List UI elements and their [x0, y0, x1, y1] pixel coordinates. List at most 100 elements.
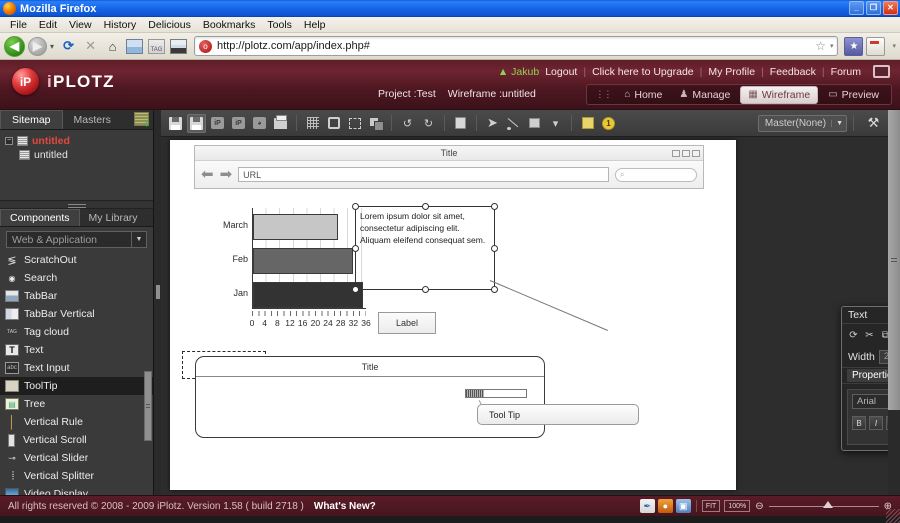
- resize-handle-nw[interactable]: [352, 203, 359, 210]
- add-page-icon[interactable]: [134, 112, 149, 128]
- master-select[interactable]: Master(None) ▼: [757, 114, 847, 132]
- chevron-down-icon[interactable]: ▼: [831, 119, 843, 127]
- menu-bookmarks[interactable]: Bookmarks: [197, 19, 262, 31]
- component-vertical-slider[interactable]: ⊸ Vertical Slider: [0, 449, 153, 467]
- properties-panel-titlebar[interactable]: Text —: [842, 307, 888, 324]
- tab-masters[interactable]: Masters: [63, 111, 122, 129]
- component-tree[interactable]: ▤ Tree: [0, 395, 153, 413]
- wf-tooltip[interactable]: Tool Tip: [477, 404, 639, 425]
- nav-home[interactable]: ⌂ Home: [617, 87, 669, 103]
- notes-button[interactable]: [866, 36, 886, 56]
- firefox-tray-icon[interactable]: ●: [657, 499, 673, 513]
- wf-label-button[interactable]: Label: [378, 312, 436, 334]
- bookmarks-button[interactable]: ★: [844, 36, 864, 56]
- menu-edit[interactable]: Edit: [33, 19, 63, 31]
- forward-button[interactable]: ▶: [28, 36, 47, 56]
- minimize-button[interactable]: _: [849, 1, 864, 15]
- component-scratchout[interactable]: ≶ ScratchOut: [0, 251, 153, 269]
- resize-handle-s[interactable]: [422, 286, 429, 293]
- whats-new-link[interactable]: What's New?: [314, 501, 376, 512]
- settings-tools-icon[interactable]: ⚒: [864, 114, 883, 133]
- grid-icon[interactable]: [303, 114, 322, 133]
- component-vertical-scroll[interactable]: Vertical Scroll: [0, 431, 153, 449]
- history-dropdown-icon[interactable]: ▾: [50, 42, 54, 51]
- bookmark-toolbar-icon[interactable]: [125, 37, 144, 56]
- header-link-my-profile[interactable]: My Profile: [708, 66, 755, 78]
- duplicate-icon[interactable]: [366, 114, 385, 133]
- panel-resize-handle[interactable]: [154, 110, 161, 495]
- menu-file[interactable]: File: [4, 19, 33, 31]
- redo-icon[interactable]: ↻: [419, 114, 438, 133]
- italic-button[interactable]: I: [869, 416, 883, 430]
- snap-icon[interactable]: [324, 114, 343, 133]
- header-link-logout[interactable]: Logout: [545, 66, 577, 78]
- resize-handle-ne[interactable]: [491, 203, 498, 210]
- pointer-icon[interactable]: ➤: [483, 114, 502, 133]
- component-vertical-rule[interactable]: │ Vertical Rule: [0, 413, 153, 431]
- header-link-feedback[interactable]: Feedback: [770, 66, 816, 78]
- component-text-input[interactable]: abc Text Input: [0, 359, 153, 377]
- sitemap-node[interactable]: − untitled: [5, 134, 148, 148]
- pen-tray-icon[interactable]: ✒: [639, 499, 655, 513]
- undo-icon[interactable]: ↺: [398, 114, 417, 133]
- reset-icon[interactable]: ⟳: [847, 329, 860, 342]
- select-area-icon[interactable]: [345, 114, 364, 133]
- zoom-out-icon[interactable]: ⊖: [755, 501, 763, 512]
- cut-icon[interactable]: ✂: [863, 329, 876, 342]
- save-icon[interactable]: [166, 114, 185, 133]
- component-vertical-splitter[interactable]: ⦙⦙ Vertical Splitter: [0, 467, 153, 485]
- component-tooltip[interactable]: ToolTip: [0, 377, 153, 395]
- nav-preview[interactable]: ▭ Preview: [821, 87, 886, 103]
- wireframe-page[interactable]: Title ⬅ ➡ URL ⌕ 0 4 8 12 16 20 24 28 32 …: [170, 140, 736, 490]
- print-icon[interactable]: [271, 114, 290, 133]
- resize-handle-w[interactable]: [352, 245, 359, 252]
- stop-icon[interactable]: ✕: [81, 37, 100, 56]
- properties-panel[interactable]: Text — ⟳✂⧉📋⬑⬏⬎⬐🔓✎🗑 Width 200 ▲▼ Height 1…: [841, 306, 888, 451]
- reload-icon[interactable]: ⟳: [59, 37, 78, 56]
- sitemap-node[interactable]: untitled: [5, 148, 148, 162]
- fill-dropdown-icon[interactable]: ▾: [546, 114, 565, 133]
- component-category-select[interactable]: Web & Application ▼: [6, 231, 147, 248]
- menu-help[interactable]: Help: [298, 19, 332, 31]
- menu-tools[interactable]: Tools: [261, 19, 298, 31]
- wf-forward-icon[interactable]: ➡: [220, 167, 233, 182]
- component-text[interactable]: T Text: [0, 341, 153, 359]
- publish-icon[interactable]: ◕: [250, 114, 269, 133]
- nav-wireframe[interactable]: ▦ Wireframe: [740, 85, 819, 104]
- tree-collapse-icon[interactable]: −: [5, 137, 13, 145]
- wf-text-element[interactable]: Lorem ipsum dolor sit amet, consectetur …: [352, 203, 498, 293]
- window-resize-grip[interactable]: [886, 509, 900, 523]
- resize-handle-sw[interactable]: [352, 286, 359, 293]
- wf-url-input[interactable]: URL: [238, 167, 609, 182]
- export-icon[interactable]: iP: [229, 114, 248, 133]
- wf-progress-bar[interactable]: [465, 389, 527, 398]
- bold-button[interactable]: B: [852, 416, 866, 430]
- wf-bar-chart[interactable]: 0 4 8 12 16 20 24 28 32 36 March Feb Jan: [206, 208, 371, 330]
- header-link-forum[interactable]: Forum: [831, 66, 861, 78]
- wireframe-canvas[interactable]: Title ⬅ ➡ URL ⌕ 0 4 8 12 16 20 24 28 32 …: [161, 137, 888, 495]
- nav-manage[interactable]: ♟ Manage: [672, 87, 737, 103]
- menu-history[interactable]: History: [98, 19, 143, 31]
- menu-delicious[interactable]: Delicious: [142, 19, 197, 31]
- properties-tab-properties[interactable]: Properties: [847, 369, 888, 382]
- menu-view[interactable]: View: [63, 19, 98, 31]
- header-link-click-here-to-upgrade[interactable]: Click here to Upgrade: [592, 66, 694, 78]
- save-as-icon[interactable]: [187, 113, 206, 133]
- maximize-button[interactable]: ❐: [866, 1, 881, 15]
- copy-icon[interactable]: ⧉: [879, 329, 888, 342]
- wf-diagonal-line[interactable]: [489, 280, 609, 331]
- tab-components[interactable]: Components: [0, 209, 80, 226]
- component-list-scrollbar[interactable]: [144, 371, 152, 441]
- canvas-vertical-scrollbar[interactable]: [888, 110, 900, 495]
- delicious-tag-icon[interactable]: TAG: [147, 37, 166, 56]
- fullscreen-icon[interactable]: [873, 65, 890, 78]
- component-tabbar[interactable]: TabBar: [0, 287, 153, 305]
- app-logo[interactable]: iP iPLOTZ: [12, 68, 115, 95]
- component-tag-cloud[interactable]: TAG Tag cloud: [0, 323, 153, 341]
- back-button[interactable]: ◀: [4, 35, 25, 57]
- wf-search-input[interactable]: ⌕: [615, 167, 697, 182]
- zoom-chip-fit[interactable]: FIT: [701, 500, 721, 512]
- import-icon[interactable]: iP: [208, 114, 227, 133]
- wf-window-buttons[interactable]: [672, 149, 700, 157]
- bookmark-star-icon[interactable]: ☆: [815, 39, 826, 53]
